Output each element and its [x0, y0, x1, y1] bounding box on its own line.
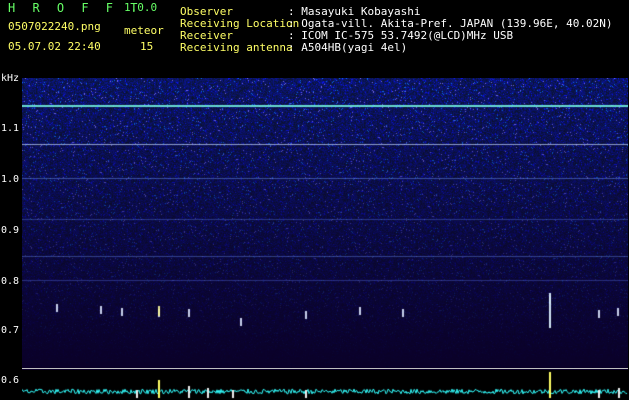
- info-key-location: Receiving Location: [180, 17, 300, 30]
- info-key-receiver: Receiver: [180, 29, 233, 42]
- app-title: H R O F F T: [8, 1, 143, 15]
- freq-tick: 1.1: [1, 123, 20, 134]
- freq-tick: 0.6: [1, 375, 20, 386]
- freq-tick: 1.0: [1, 174, 20, 185]
- signal-level-trace: [22, 370, 628, 400]
- waterfall-spectrogram: [22, 78, 628, 370]
- detection-label: meteor: [124, 24, 164, 37]
- info-value-observer: : Masayuki Kobayashi: [288, 5, 421, 18]
- detection-count: 15: [140, 40, 154, 53]
- freq-tick: 0.8: [1, 276, 20, 287]
- separator-line: [22, 368, 628, 369]
- hroff-window: H R O F F T 1.0.0 0507022240.png meteor …: [0, 0, 629, 400]
- freq-tick: 0.9: [1, 225, 20, 236]
- capture-datetime: 05.07.02 22:40: [8, 40, 101, 53]
- info-value-antenna: : A504HB(yagi 4el): [288, 41, 408, 54]
- app-version: 1.0.0: [124, 1, 158, 14]
- info-value-receiver: : ICOM IC-575 53.7492(@LCD)MHz USB: [288, 29, 514, 42]
- axis-unit: kHz: [1, 73, 20, 84]
- freq-tick: 0.7: [1, 325, 20, 336]
- info-value-location: : Ogata-vill. Akita-Pref. JAPAN (139.96E…: [288, 17, 613, 30]
- info-key-observer: Observer: [180, 5, 233, 18]
- file-name: 0507022240.png: [8, 20, 101, 33]
- info-key-antenna: Receiving antenna: [180, 41, 293, 54]
